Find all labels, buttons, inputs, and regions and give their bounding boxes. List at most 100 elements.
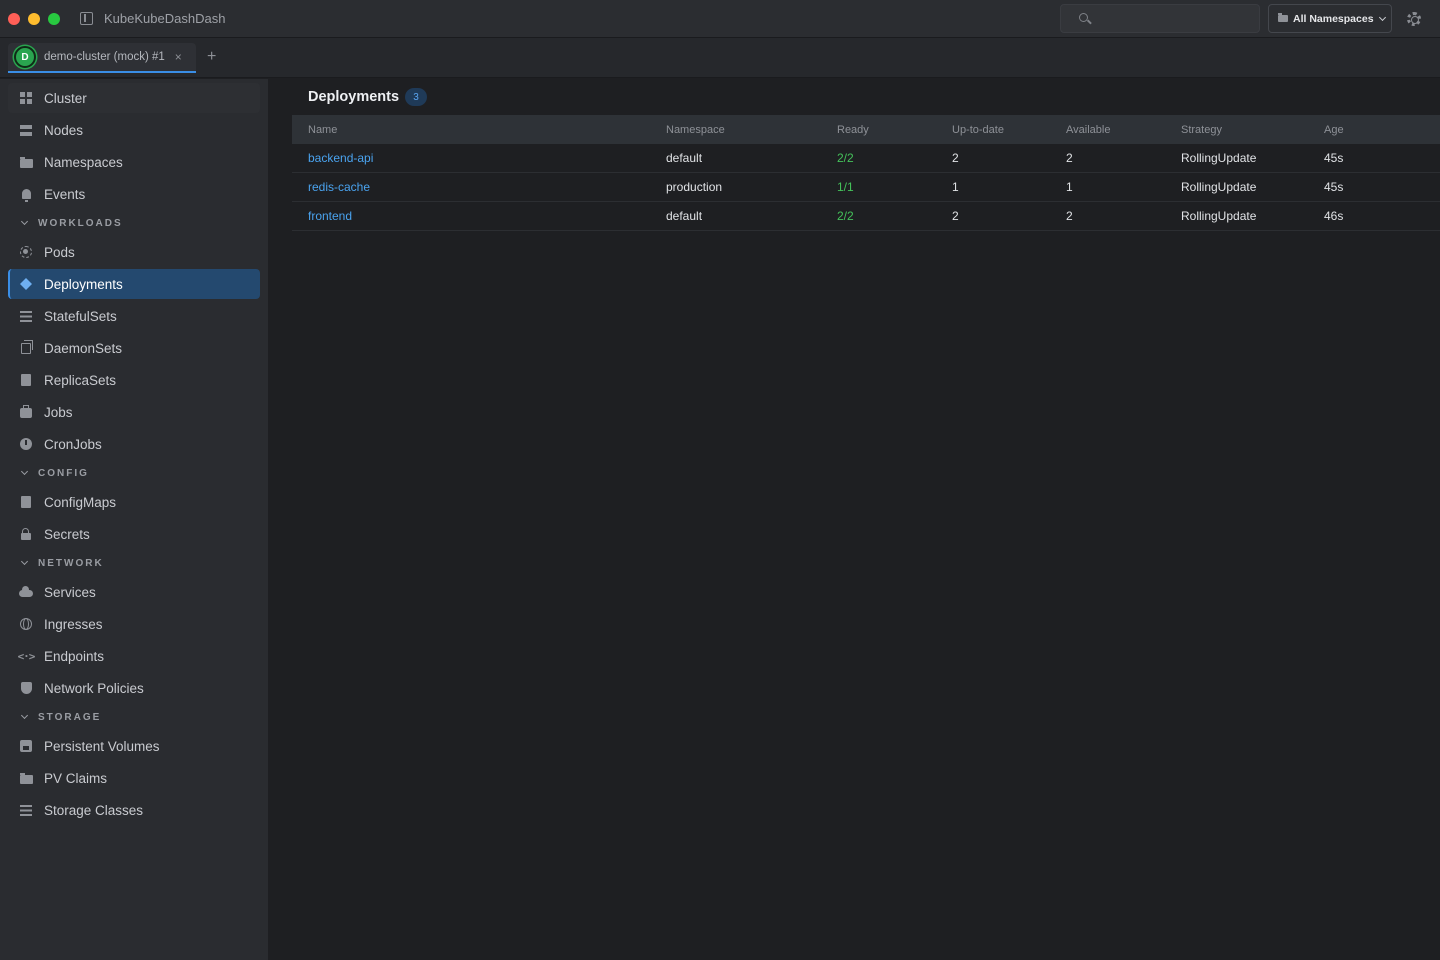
age-cell: 45s bbox=[1324, 180, 1344, 194]
sidebar-item-label: Services bbox=[44, 584, 96, 600]
column-header-name[interactable]: Name bbox=[308, 124, 337, 136]
sidebar-item-nodes[interactable]: Nodes bbox=[8, 115, 260, 145]
sidebar-item-label: Jobs bbox=[44, 404, 73, 420]
sidebar-item-daemonsets[interactable]: DaemonSets bbox=[8, 333, 260, 363]
namespace-cell: production bbox=[666, 180, 723, 194]
table-row[interactable]: frontend default 2/2 2 2 RollingUpdate 4… bbox=[292, 202, 1440, 231]
ready-cell: 1/1 bbox=[837, 180, 854, 194]
tab-cluster[interactable]: D demo-cluster (mock) #1 × bbox=[8, 43, 196, 73]
chevron-down-icon bbox=[1378, 13, 1386, 21]
sidebar-item-events[interactable]: Events bbox=[8, 179, 260, 209]
app-title: KubeKubeDashDash bbox=[104, 11, 226, 26]
sidebar-item-ingresses[interactable]: Ingresses bbox=[8, 609, 260, 639]
ready-cell: 2/2 bbox=[837, 209, 854, 223]
deployment-name-link[interactable]: frontend bbox=[308, 209, 352, 223]
sidebar: Cluster Nodes Namespaces Events WORKLOAD… bbox=[0, 79, 268, 960]
close-icon[interactable]: × bbox=[175, 50, 182, 64]
sidebar-item-label: StatefulSets bbox=[44, 308, 117, 324]
search-icon bbox=[1079, 13, 1088, 22]
sidebar-item-label: Events bbox=[44, 186, 86, 202]
cluster-avatar: D bbox=[14, 46, 36, 68]
layers-icon bbox=[19, 277, 33, 291]
sidebar-item-label: Pods bbox=[44, 244, 75, 260]
sidebar-item-services[interactable]: Services bbox=[8, 577, 260, 607]
sidebar-item-label: Namespaces bbox=[44, 154, 123, 170]
pod-icon bbox=[19, 245, 33, 259]
table-row[interactable]: backend-api default 2/2 2 2 RollingUpdat… bbox=[292, 144, 1440, 173]
sidebar-item-pods[interactable]: Pods bbox=[8, 237, 260, 267]
sidebar-item-label: DaemonSets bbox=[44, 340, 123, 356]
chevron-down-icon bbox=[20, 711, 29, 720]
sidebar-item-jobs[interactable]: Jobs bbox=[8, 397, 260, 427]
up-to-date-cell: 2 bbox=[952, 209, 959, 223]
sidebar-item-pv-claims[interactable]: PV Claims bbox=[8, 763, 260, 793]
sidebar-item-persistent-volumes[interactable]: Persistent Volumes bbox=[8, 731, 260, 761]
column-header-namespace[interactable]: Namespace bbox=[666, 124, 725, 136]
table-row[interactable]: redis-cache production 1/1 1 1 RollingUp… bbox=[292, 173, 1440, 202]
list-icon bbox=[19, 309, 33, 323]
add-tab-button[interactable]: + bbox=[207, 49, 216, 65]
column-header-available[interactable]: Available bbox=[1066, 124, 1110, 136]
sidebar-item-secrets[interactable]: Secrets bbox=[8, 519, 260, 549]
sidebar-item-storage-classes[interactable]: Storage Classes bbox=[8, 795, 260, 825]
chevron-down-icon bbox=[20, 217, 29, 226]
sidebar-item-network-policies[interactable]: Network Policies bbox=[8, 673, 260, 703]
sidebar-item-deployments[interactable]: Deployments bbox=[8, 269, 260, 299]
sidebar-item-endpoints[interactable]: <·> Endpoints bbox=[8, 641, 260, 671]
gear-icon[interactable] bbox=[1407, 12, 1421, 26]
strategy-cell: RollingUpdate bbox=[1181, 209, 1257, 223]
section-storage[interactable]: STORAGE bbox=[20, 710, 101, 724]
folder-open-icon bbox=[19, 771, 33, 785]
section-title: NETWORK bbox=[38, 557, 104, 569]
count-badge: 3 bbox=[405, 88, 427, 106]
code-icon: <·> bbox=[17, 649, 36, 663]
namespace-select-label: All Namespaces bbox=[1293, 12, 1374, 25]
cloud-icon bbox=[19, 585, 33, 599]
folder-icon bbox=[1278, 13, 1288, 22]
sidebar-item-label: Deployments bbox=[44, 276, 123, 292]
sidebar-item-statefulsets[interactable]: StatefulSets bbox=[8, 301, 260, 331]
age-cell: 46s bbox=[1324, 209, 1344, 223]
section-config[interactable]: CONFIG bbox=[20, 466, 89, 480]
deployment-name-link[interactable]: redis-cache bbox=[308, 180, 370, 194]
sidebar-item-label: Endpoints bbox=[44, 648, 105, 664]
column-header-ready[interactable]: Ready bbox=[837, 124, 869, 136]
sidebar-item-cluster[interactable]: Cluster bbox=[8, 83, 260, 113]
sidebar-item-label: ReplicaSets bbox=[44, 372, 117, 388]
namespace-select[interactable]: All Namespaces bbox=[1268, 4, 1392, 33]
strategy-cell: RollingUpdate bbox=[1181, 151, 1257, 165]
title-bar: KubeKubeDashDash All Namespaces bbox=[0, 0, 1440, 38]
sidebar-item-replicasets[interactable]: ReplicaSets bbox=[8, 365, 260, 395]
dashboard-icon bbox=[19, 91, 33, 105]
column-header-strategy[interactable]: Strategy bbox=[1181, 124, 1222, 136]
search-input[interactable] bbox=[1060, 4, 1260, 33]
section-workloads[interactable]: WORKLOADS bbox=[20, 216, 123, 230]
sidebar-item-cronjobs[interactable]: CronJobs bbox=[8, 429, 260, 459]
ready-cell: 2/2 bbox=[837, 151, 854, 165]
bell-icon bbox=[19, 187, 33, 202]
deployment-name-link[interactable]: backend-api bbox=[308, 151, 373, 165]
sidebar-item-label: Persistent Volumes bbox=[44, 738, 160, 754]
section-network[interactable]: NETWORK bbox=[20, 556, 104, 570]
sidebar-item-label: Nodes bbox=[44, 122, 84, 138]
namespace-cell: default bbox=[666, 209, 703, 223]
shield-icon bbox=[19, 681, 33, 695]
server-icon bbox=[19, 123, 33, 137]
available-cell: 2 bbox=[1066, 151, 1073, 165]
column-header-age[interactable]: Age bbox=[1324, 124, 1344, 136]
column-header-up-to-date[interactable]: Up-to-date bbox=[952, 124, 1004, 136]
section-title: CONFIG bbox=[38, 467, 89, 479]
window-minimize-button[interactable] bbox=[28, 13, 40, 25]
sidebar-toggle-icon[interactable] bbox=[80, 12, 93, 25]
window-maximize-button[interactable] bbox=[48, 13, 60, 25]
sidebar-item-namespaces[interactable]: Namespaces bbox=[8, 147, 260, 177]
window-close-button[interactable] bbox=[8, 13, 20, 25]
disk-icon bbox=[19, 739, 33, 753]
briefcase-icon bbox=[19, 405, 33, 419]
sidebar-item-configmaps[interactable]: ConfigMaps bbox=[8, 487, 260, 517]
sidebar-item-label: Cluster bbox=[44, 90, 87, 106]
sidebar-item-label: Ingresses bbox=[44, 616, 103, 632]
clock-icon bbox=[19, 437, 33, 451]
chevron-down-icon bbox=[20, 557, 29, 566]
section-title: WORKLOADS bbox=[38, 217, 123, 229]
